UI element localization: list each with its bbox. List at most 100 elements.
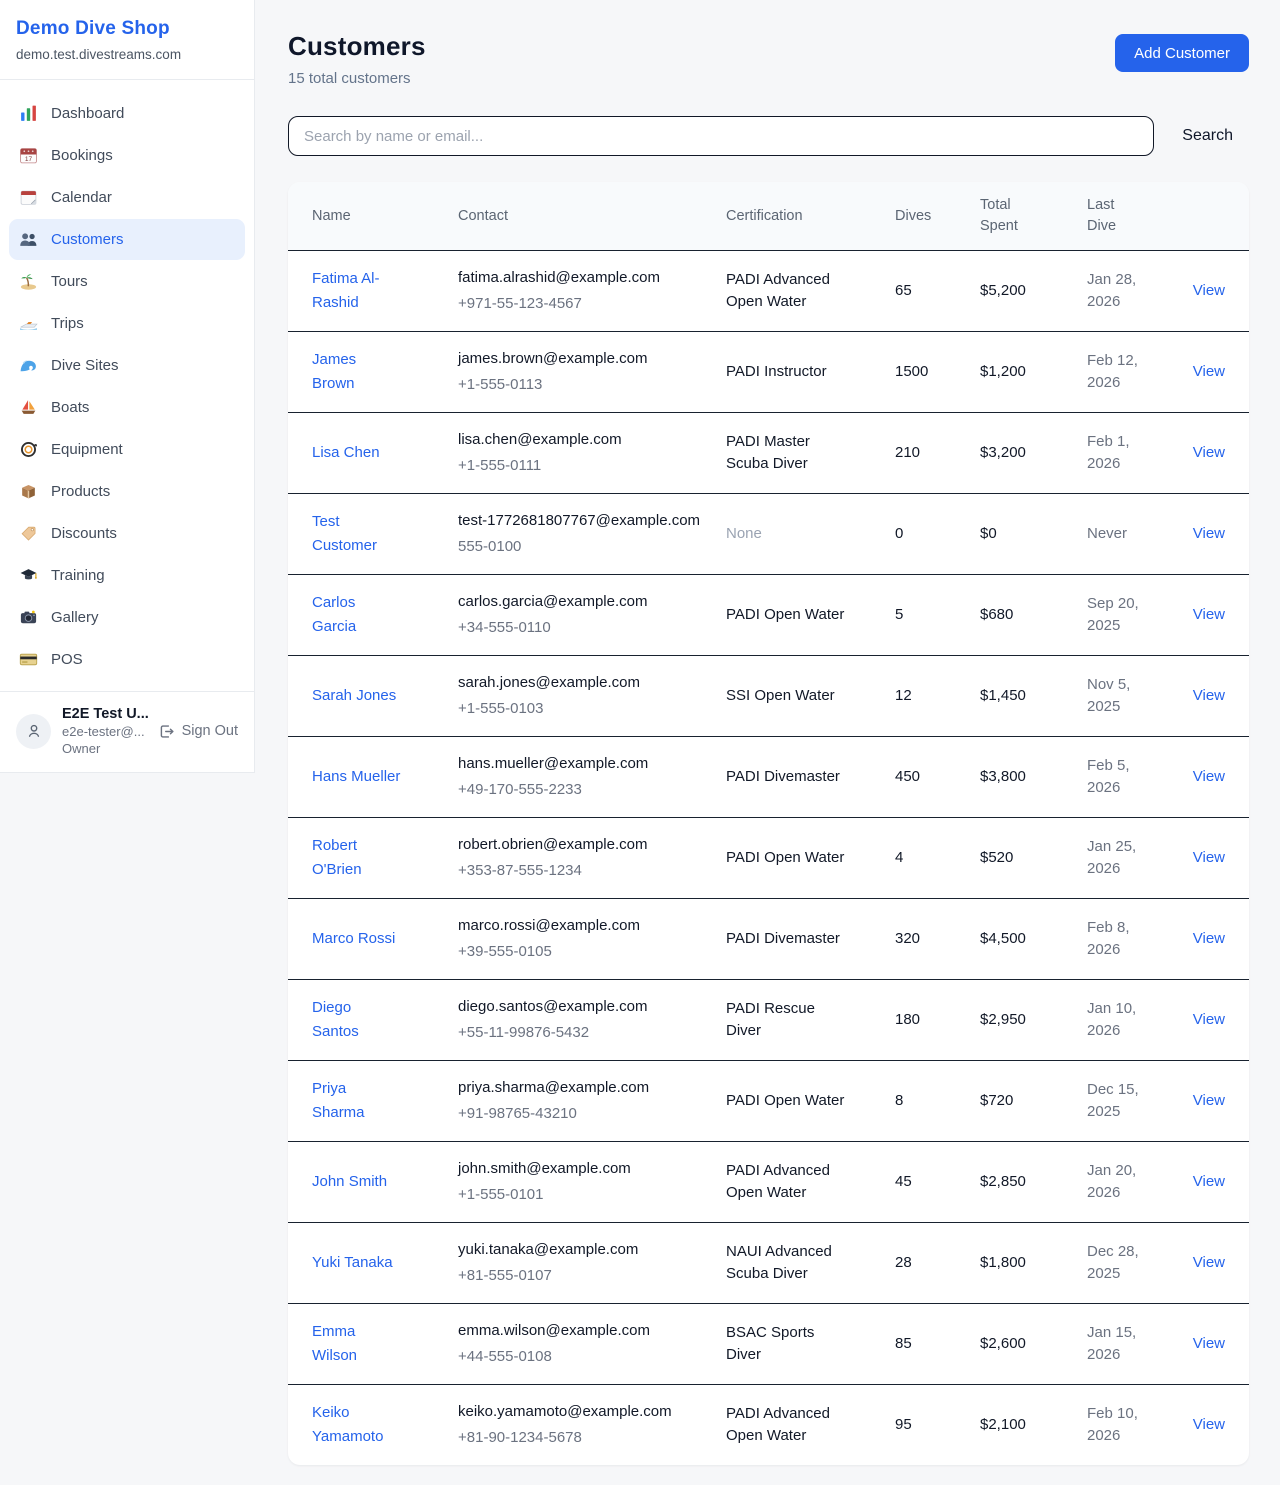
view-link[interactable]: View [1193, 687, 1225, 704]
certification-cell: PADI Advanced Open Water [726, 251, 895, 332]
view-link[interactable]: View [1193, 606, 1225, 623]
customer-name-link[interactable]: Fatima Al-Rashid [312, 267, 402, 315]
total-spent-cell: $520 [980, 818, 1087, 899]
sidebar-item-customers[interactable]: Customers [9, 219, 245, 260]
search-button[interactable]: Search [1182, 127, 1233, 145]
dives-cell: 65 [895, 251, 980, 332]
wave-icon [19, 356, 38, 375]
sidebar-item-discounts[interactable]: Discounts [9, 513, 245, 554]
dives-cell: 210 [895, 413, 980, 494]
sidebar-item-boats[interactable]: Boats [9, 387, 245, 428]
last-dive-cell: Feb 8, 2026 [1087, 899, 1183, 980]
customer-name-link[interactable]: Priya Sharma [312, 1077, 402, 1125]
customer-name-link[interactable]: Carlos Garcia [312, 591, 402, 639]
sign-out-button[interactable]: Sign Out [158, 723, 238, 740]
add-customer-button[interactable]: Add Customer [1115, 34, 1249, 72]
search-bar: Search [288, 116, 1249, 156]
certification-cell: PADI Divemaster [726, 737, 895, 818]
sidebar-item-calendar[interactable]: Calendar [9, 177, 245, 218]
customer-email: keiko.yamamoto@example.com [458, 1401, 710, 1424]
customer-name-link[interactable]: Lisa Chen [312, 441, 380, 465]
total-spent-cell: $4,500 [980, 899, 1087, 980]
customer-count: 15 total customers [288, 70, 426, 87]
dives-cell: 8 [895, 1061, 980, 1142]
sidebar-item-label: Tours [51, 273, 88, 290]
search-input[interactable] [288, 116, 1154, 156]
last-dive-cell: Feb 1, 2026 [1087, 413, 1183, 494]
certification-text: NAUI Advanced Scuba Diver [726, 1241, 850, 1286]
view-link[interactable]: View [1193, 1173, 1225, 1190]
view-link[interactable]: View [1193, 363, 1225, 380]
tag-icon [19, 524, 38, 543]
dives-cell: 180 [895, 980, 980, 1061]
user-meta: E2E Test U... e2e-tester@... Owner [62, 706, 147, 756]
view-link[interactable]: View [1193, 525, 1225, 542]
customer-name-link[interactable]: Yuki Tanaka [312, 1251, 393, 1275]
view-link[interactable]: View [1193, 1011, 1225, 1028]
view-link[interactable]: View [1193, 282, 1225, 299]
sidebar-item-dashboard[interactable]: Dashboard [9, 93, 245, 134]
last-dive-cell: Jan 15, 2026 [1087, 1304, 1183, 1385]
dives-cell: 95 [895, 1385, 980, 1466]
sidebar-item-equipment[interactable]: Equipment [9, 429, 245, 470]
customer-name-link[interactable]: James Brown [312, 348, 402, 396]
dives-cell: 450 [895, 737, 980, 818]
certification-cell: PADI Rescue Diver [726, 980, 895, 1061]
customer-name-link[interactable]: Sarah Jones [312, 684, 396, 708]
sidebar-item-label: Training [51, 567, 105, 584]
view-link[interactable]: View [1193, 444, 1225, 461]
customer-name-link[interactable]: Keiko Yamamoto [312, 1401, 402, 1449]
svg-text:17: 17 [25, 156, 33, 163]
sidebar-item-training[interactable]: Training [9, 555, 245, 596]
customer-name-link[interactable]: Emma Wilson [312, 1320, 402, 1368]
last-dive-cell: Feb 5, 2026 [1087, 737, 1183, 818]
people-icon [19, 230, 38, 249]
sidebar-item-pos[interactable]: POS [9, 639, 245, 680]
customer-name-link[interactable]: Robert O'Brien [312, 834, 402, 882]
column-header-total-spent: Total Spent [980, 182, 1087, 251]
customer-phone: +971-55-123-4567 [458, 293, 710, 316]
brand-header: Demo Dive Shop demo.test.divestreams.com [0, 0, 254, 80]
certification-cell: NAUI Advanced Scuba Diver [726, 1223, 895, 1304]
sidebar-item-gallery[interactable]: Gallery [9, 597, 245, 638]
sidebar-item-trips[interactable]: Trips [9, 303, 245, 344]
customer-email: james.brown@example.com [458, 348, 710, 371]
contact-cell: diego.santos@example.com +55-11-99876-54… [458, 980, 726, 1061]
sidebar-item-products[interactable]: Products [9, 471, 245, 512]
certification-cell: PADI Open Water [726, 575, 895, 656]
customer-name-link[interactable]: Hans Mueller [312, 765, 400, 789]
sidebar-item-tours[interactable]: Tours [9, 261, 245, 302]
customer-email: hans.mueller@example.com [458, 753, 710, 776]
shop-name: Demo Dive Shop [16, 18, 238, 40]
customer-name-link[interactable]: John Smith [312, 1170, 387, 1194]
last-dive-cell: Jan 25, 2026 [1087, 818, 1183, 899]
customer-phone: +55-11-99876-5432 [458, 1022, 710, 1045]
last-dive-cell: Jan 20, 2026 [1087, 1142, 1183, 1223]
certification-text: PADI Open Water [726, 604, 844, 627]
view-link[interactable]: View [1193, 1092, 1225, 1109]
customer-name-link[interactable]: Test Customer [312, 510, 402, 558]
graduation-cap-icon [19, 566, 38, 585]
customer-phone: +353-87-555-1234 [458, 860, 710, 883]
total-spent-cell: $2,850 [980, 1142, 1087, 1223]
customer-name-link[interactable]: Marco Rossi [312, 927, 395, 951]
customer-phone: 555-0100 [458, 536, 710, 559]
sidebar-item-bookings[interactable]: 17 Bookings [9, 135, 245, 176]
certification-text: PADI Divemaster [726, 928, 840, 951]
total-spent-cell: $3,200 [980, 413, 1087, 494]
view-link[interactable]: View [1193, 1416, 1225, 1433]
view-link[interactable]: View [1193, 768, 1225, 785]
view-link[interactable]: View [1193, 930, 1225, 947]
view-link[interactable]: View [1193, 1335, 1225, 1352]
view-link[interactable]: View [1193, 849, 1225, 866]
customer-email: yuki.tanaka@example.com [458, 1239, 710, 1262]
customer-phone: +49-170-555-2233 [458, 779, 710, 802]
speedboat-icon [19, 314, 38, 333]
customer-name-link[interactable]: Diego Santos [312, 996, 402, 1044]
total-spent-cell: $0 [980, 494, 1087, 575]
view-link[interactable]: View [1193, 1254, 1225, 1271]
sidebar-item-dive-sites[interactable]: Dive Sites [9, 345, 245, 386]
total-spent-cell: $2,950 [980, 980, 1087, 1061]
sidebar-item-label: Dashboard [51, 105, 124, 122]
table-row: Yuki Tanaka yuki.tanaka@example.com +81-… [288, 1223, 1249, 1304]
